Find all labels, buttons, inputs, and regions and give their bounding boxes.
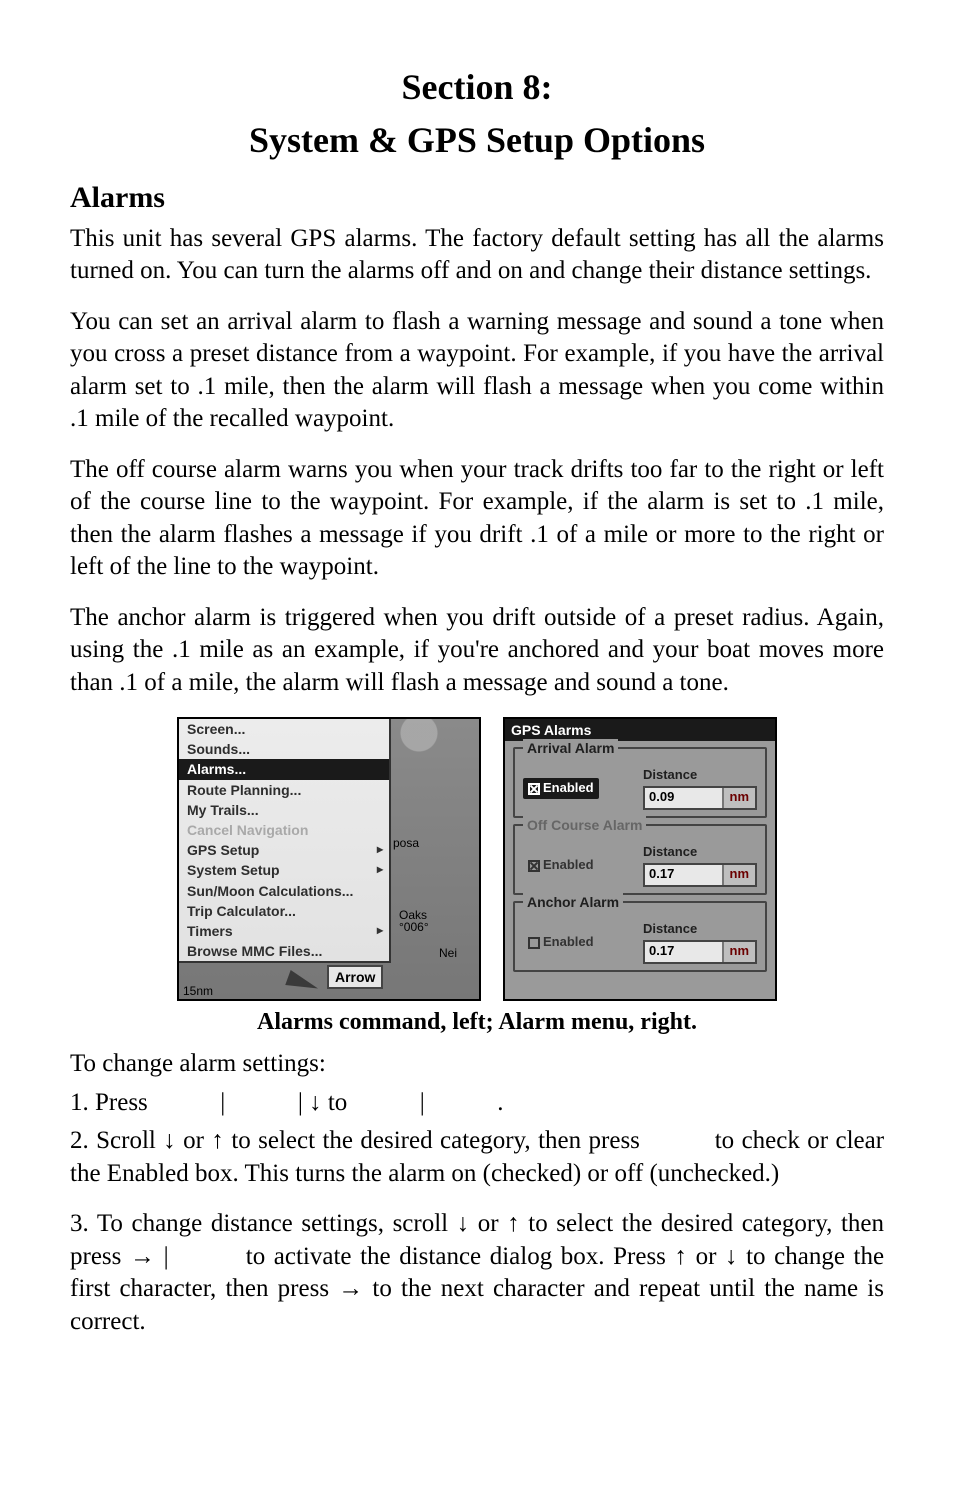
menu-list: Screen... Sounds... Alarms... Route Plan… [179, 719, 391, 963]
legend-arrival: Arrival Alarm [523, 739, 618, 757]
menu-item-timers-label: Timers [187, 923, 233, 939]
step1-b: to [328, 1089, 354, 1116]
enabled-label: Enabled [543, 857, 594, 874]
section-title-line1: Section 8: [70, 64, 884, 111]
enabled-label: Enabled [543, 780, 594, 797]
enabled-toggle-offcourse[interactable]: Enabled [523, 855, 599, 876]
distance-field-anchor[interactable]: 0.17 nm [643, 940, 757, 964]
menu-item-browse-mmc[interactable]: Browse MMC Files... [179, 941, 389, 961]
step-1: 1. Press | | ↓ to | . [70, 1087, 884, 1120]
checkbox-icon [528, 783, 540, 795]
step1-a: 1. Press [70, 1089, 154, 1116]
step-3: 3. To change distance settings, scroll ↓… [70, 1208, 884, 1338]
distance-label: Distance [643, 921, 757, 938]
map-scale-label: 15nm [183, 985, 213, 997]
legend-offcourse: Off Course Alarm [523, 816, 646, 834]
figure-caption: Alarms command, left; Alarm menu, right. [70, 1007, 884, 1038]
step3-d: to activate the distance dialog box. Pre… [246, 1243, 675, 1270]
menu-item-gps-setup-label: GPS Setup [187, 842, 259, 858]
menu-panel: Screen... Sounds... Alarms... Route Plan… [177, 717, 481, 1001]
right-arrow-icon: → [338, 1275, 363, 1302]
menu-item-screen[interactable]: Screen... [179, 719, 389, 739]
menu-item-alarms[interactable]: Alarms... [179, 759, 389, 779]
menu-item-route[interactable]: Route Planning... [179, 780, 389, 800]
distance-label: Distance [643, 844, 757, 861]
heading-alarms: Alarms [70, 178, 884, 217]
distance-value: 0.09 [645, 788, 722, 808]
step3-a: 3. To change distance settings, scroll [70, 1210, 457, 1237]
distance-label: Distance [643, 767, 757, 784]
checkbox-icon [528, 937, 540, 949]
bar-symbol: | [164, 1243, 169, 1270]
menu-item-timers[interactable]: Timers ▸ [179, 921, 389, 941]
menu-item-sounds[interactable]: Sounds... [179, 739, 389, 759]
distance-field-offcourse[interactable]: 0.17 nm [643, 863, 757, 887]
distance-value: 0.17 [645, 865, 722, 885]
step2-c: to select the desired category, then pre… [231, 1127, 647, 1154]
bar-symbol: | [420, 1089, 425, 1116]
distance-value: 0.17 [645, 942, 722, 962]
enabled-label: Enabled [543, 934, 594, 951]
map-label-nei: Nei [439, 947, 457, 959]
step3-e: or [696, 1243, 725, 1270]
group-anchor-alarm: Anchor Alarm Enabled Distance 0.17 nm [513, 901, 767, 972]
para-3: The off course alarm warns you when your… [70, 454, 884, 584]
submenu-arrow-icon: ▸ [377, 862, 383, 878]
legend-anchor: Anchor Alarm [523, 893, 623, 911]
step-2: 2. Scroll ↓ or ↑ to select the desired c… [70, 1125, 884, 1190]
para-4: The anchor alarm is triggered when you d… [70, 602, 884, 700]
step1-c: . [497, 1089, 503, 1116]
menu-item-system-setup-label: System Setup [187, 862, 280, 878]
gps-alarms-panel: GPS Alarms Arrival Alarm Enabled Distanc… [503, 717, 777, 1001]
enabled-toggle-anchor[interactable]: Enabled [523, 932, 599, 953]
map-label-posa: posa [393, 837, 419, 849]
step2-a: 2. Scroll [70, 1127, 163, 1154]
up-arrow-icon: ↑ [507, 1210, 520, 1237]
down-arrow-icon: ↓ [309, 1089, 322, 1116]
distance-unit: nm [722, 788, 756, 808]
distance-field-arrival[interactable]: 0.09 nm [643, 786, 757, 810]
map-label-code: °006° [399, 921, 429, 933]
up-arrow-icon: ↑ [675, 1243, 688, 1270]
arrow-label-box: Arrow [327, 965, 383, 989]
menu-item-gps-setup[interactable]: GPS Setup ▸ [179, 840, 389, 860]
para-2: You can set an arrival alarm to flash a … [70, 306, 884, 436]
distance-unit: nm [722, 942, 756, 962]
bar-symbol: | [298, 1089, 303, 1116]
gps-alarms-title: GPS Alarms [505, 719, 775, 741]
distance-unit: nm [722, 865, 756, 885]
submenu-arrow-icon: ▸ [377, 923, 383, 939]
down-arrow-icon: ↓ [457, 1210, 470, 1237]
menu-item-system-setup[interactable]: System Setup ▸ [179, 860, 389, 880]
menu-item-trip-calc[interactable]: Trip Calculator... [179, 901, 389, 921]
step2-b: or [183, 1127, 211, 1154]
enabled-toggle-arrival[interactable]: Enabled [523, 778, 599, 799]
submenu-arrow-icon: ▸ [377, 842, 383, 858]
group-arrival-alarm: Arrival Alarm Enabled Distance 0.09 nm [513, 747, 767, 818]
up-arrow-icon: ↑ [211, 1127, 224, 1154]
menu-item-trails[interactable]: My Trails... [179, 800, 389, 820]
down-arrow-icon: ↓ [163, 1127, 176, 1154]
group-offcourse-alarm: Off Course Alarm Enabled Distance 0.17 n… [513, 824, 767, 895]
section-title-line2: System & GPS Setup Options [70, 117, 884, 164]
down-arrow-icon: ↓ [725, 1243, 738, 1270]
bar-symbol: | [220, 1089, 225, 1116]
steps-intro: To change alarm settings: [70, 1048, 884, 1081]
step3-b: or [478, 1210, 507, 1237]
menu-item-sunmoon[interactable]: Sun/Moon Calculations... [179, 881, 389, 901]
para-1: This unit has several GPS alarms. The fa… [70, 223, 884, 288]
menu-item-cancel-nav: Cancel Navigation [179, 820, 389, 840]
checkbox-icon [528, 860, 540, 872]
right-arrow-icon: → [130, 1243, 155, 1270]
